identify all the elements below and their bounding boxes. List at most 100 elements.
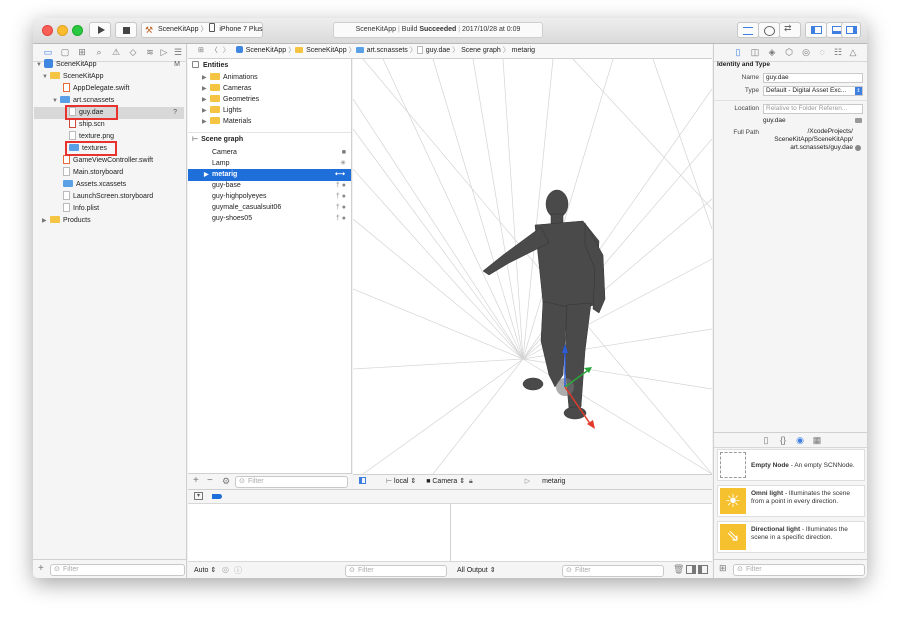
- minimize-window-button[interactable]: [57, 25, 68, 36]
- jump-item[interactable]: art.scnassets: [367, 47, 408, 54]
- hide-debug-icon[interactable]: ▾: [194, 492, 203, 500]
- library-filter-input[interactable]: ⊙ Filter: [733, 564, 865, 576]
- gear-icon[interactable]: ⚙: [222, 476, 230, 487]
- related-items-icon[interactable]: ⊞: [198, 47, 204, 54]
- trash-icon[interactable]: 🗑︎: [673, 564, 684, 575]
- jump-item[interactable]: SceneKitApp: [246, 47, 286, 54]
- file-row[interactable]: Assets.xcassets: [63, 179, 126, 191]
- camera-selector[interactable]: Camera ⇕: [432, 478, 465, 485]
- location-popup[interactable]: Relative to Folder Referen...: [763, 104, 863, 114]
- split-view-icon[interactable]: [686, 565, 696, 574]
- quick-help-icon[interactable]: ◫: [750, 47, 760, 57]
- jump-item[interactable]: guy.dae: [426, 47, 450, 54]
- zoom-window-button[interactable]: [72, 25, 83, 36]
- scene-outline: Entities ▶ Animations ▶ Cameras ▶ Geometrie…: [188, 59, 352, 490]
- back-icon[interactable]: 〈: [211, 47, 218, 54]
- stop-icon: [123, 27, 130, 34]
- variables-filter-input[interactable]: ⊙ Filter: [345, 565, 447, 577]
- node-row[interactable]: guy-shoes05 † ●: [212, 213, 348, 225]
- file-row[interactable]: AppDelegate.swift: [63, 83, 129, 95]
- close-window-button[interactable]: [42, 25, 53, 36]
- divider: [188, 132, 351, 133]
- space-selector[interactable]: local ⇕: [394, 478, 416, 485]
- scene-viewport[interactable]: [353, 59, 712, 474]
- library-item[interactable]: Empty Node - An empty SCNNode.: [717, 449, 865, 481]
- attributes-icon[interactable]: ⬡: [784, 47, 794, 57]
- version-editor-button[interactable]: ⇄: [779, 22, 801, 38]
- code-snippet-icon[interactable]: {}: [778, 435, 788, 445]
- file-row[interactable]: Main.storyboard: [63, 167, 123, 179]
- device-icon: [209, 23, 216, 32]
- reveal-arrow-icon[interactable]: [855, 145, 861, 151]
- file-row[interactable]: Info.plist: [63, 203, 99, 215]
- play-icon[interactable]: ▷: [525, 478, 530, 485]
- toggle-inspector-button[interactable]: [841, 22, 861, 38]
- run-button[interactable]: [89, 22, 111, 38]
- symbol-icon[interactable]: ⊞: [77, 47, 87, 57]
- library-selector-bar: ▯ {} ◉ ▦: [714, 432, 867, 448]
- media-library-icon[interactable]: ▦: [812, 435, 822, 445]
- library-item[interactable]: ☀ Omni light - Illuminates the scene fro…: [717, 485, 865, 517]
- lock-icon[interactable]: 🔒︎: [469, 478, 473, 485]
- breakpoint-icon[interactable]: ▷: [159, 47, 169, 57]
- search-icon[interactable]: ⌕: [94, 47, 104, 57]
- settings-icon[interactable]: ☷: [833, 47, 843, 57]
- jump-item[interactable]: metarig: [512, 47, 535, 54]
- node-inspector-icon[interactable]: ◈: [767, 47, 777, 57]
- outline-filter-input[interactable]: ⊙ Filter: [235, 476, 348, 488]
- assistant-editor-button[interactable]: [758, 22, 780, 38]
- activity-status-prefix: Build: [401, 26, 420, 33]
- chevron-right-icon: 〉: [200, 26, 208, 33]
- popup-arrows-icon: ⇕: [855, 87, 862, 95]
- file-row[interactable]: GameViewController.swift: [63, 155, 153, 167]
- report-icon[interactable]: ☰: [173, 47, 183, 57]
- console-filter-input[interactable]: ⊙ Filter: [562, 565, 664, 577]
- add-icon[interactable]: +: [193, 475, 199, 486]
- remove-icon[interactable]: −: [207, 475, 213, 486]
- file-template-icon[interactable]: ▯: [761, 435, 771, 445]
- material-icon[interactable]: ◎: [801, 47, 811, 57]
- issue-icon[interactable]: ⚠: [111, 47, 121, 57]
- source-control-icon[interactable]: ▢: [60, 47, 70, 57]
- folder-icon[interactable]: [855, 118, 862, 123]
- name-field[interactable]: guy.dae: [763, 73, 863, 83]
- add-icon[interactable]: +: [38, 563, 44, 574]
- navigator-filter-input[interactable]: ⊙ Filter: [50, 564, 185, 576]
- debug-icon[interactable]: ≋: [145, 47, 155, 57]
- scheme-selector[interactable]: ⚒ SceneKitApp 〉 iPhone 7 Plus: [141, 22, 263, 38]
- toggle-navigator-button[interactable]: [805, 22, 827, 38]
- auto-selector[interactable]: Auto ⇕: [194, 566, 216, 574]
- forward-icon[interactable]: 〉: [223, 47, 230, 54]
- split-view-icon[interactable]: [698, 565, 708, 574]
- highlight-box: [65, 105, 118, 120]
- stop-button[interactable]: [115, 22, 137, 38]
- breakpoint-marker-icon[interactable]: [212, 494, 222, 499]
- group-row[interactable]: ▼ SceneKitApp: [42, 71, 103, 83]
- activity-status: Succeeded: [419, 26, 457, 33]
- jump-item[interactable]: SceneKitApp: [306, 47, 346, 54]
- entity-row[interactable]: ▶ Materials: [202, 116, 251, 128]
- info-icon[interactable]: ⓘ: [234, 565, 242, 576]
- file-inspector-icon[interactable]: ▯: [733, 47, 743, 57]
- folder-row[interactable]: ▶ Products: [42, 215, 91, 227]
- folder-icon: [210, 84, 220, 91]
- library-item[interactable]: ⇘ Directional light - Illuminates the sc…: [717, 521, 865, 553]
- jump-item[interactable]: Scene graph: [461, 47, 501, 54]
- physics-icon[interactable]: ◌: [817, 47, 827, 57]
- output-selector[interactable]: All Output ⇕: [457, 566, 496, 574]
- fullpath-label: Full Path: [733, 129, 759, 136]
- object-library-icon[interactable]: ◉: [795, 435, 805, 445]
- folder-icon[interactable]: ▭: [43, 47, 53, 57]
- type-popup[interactable]: Default - Digital Asset Exc... ⇕: [763, 86, 863, 96]
- project-row[interactable]: ▼ SceneKitApp M: [36, 59, 184, 71]
- file-row[interactable]: ship.scn: [69, 119, 105, 131]
- scene-icon[interactable]: △: [848, 47, 858, 57]
- test-icon[interactable]: ◇: [128, 47, 138, 57]
- grid-view-icon[interactable]: ⊞: [719, 563, 727, 574]
- local-space-icon: ⊢: [385, 478, 393, 485]
- outline-toggle-icon[interactable]: [359, 477, 366, 484]
- standard-editor-button[interactable]: [737, 22, 759, 38]
- file-row[interactable]: LaunchScreen.storyboard: [63, 191, 153, 203]
- eye-icon[interactable]: ◎: [222, 565, 229, 574]
- project-icon: [44, 59, 53, 68]
